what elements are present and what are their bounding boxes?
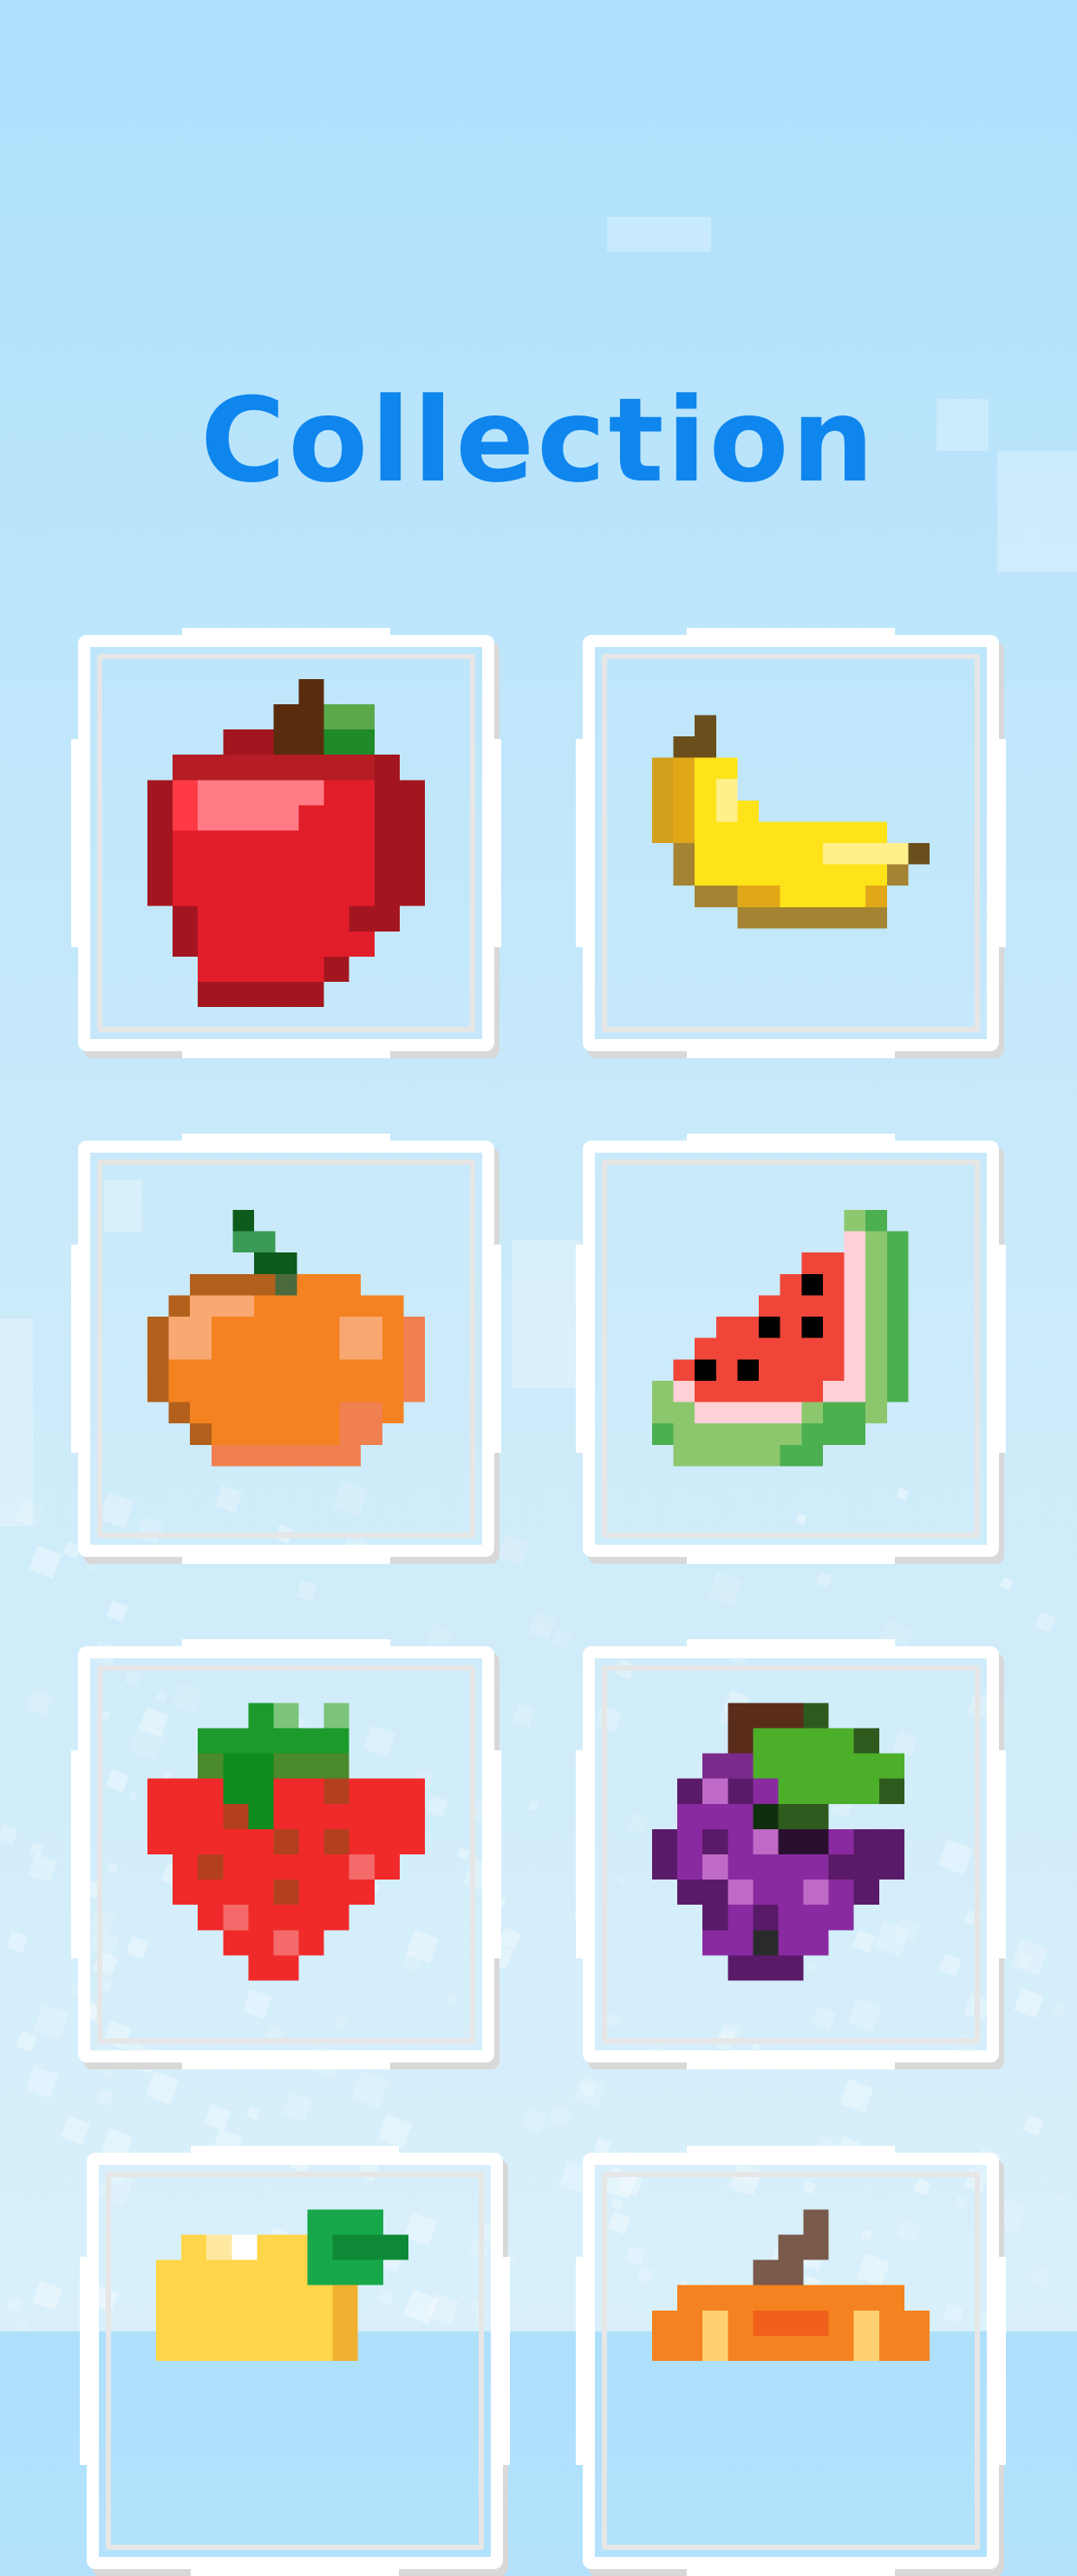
strawberry-icon	[147, 1690, 425, 2019]
apple-icon	[147, 678, 425, 1008]
collection-card-strawberry[interactable]	[71, 1639, 501, 2069]
pumpkin-icon	[652, 2196, 930, 2526]
orange-icon	[147, 1184, 425, 1514]
banana-icon	[652, 678, 930, 1008]
collection-card-orange[interactable]	[71, 1134, 501, 1564]
lemon-icon	[156, 2196, 434, 2526]
collection-card-banana[interactable]	[576, 628, 1006, 1058]
watermelon-icon	[652, 1184, 930, 1514]
collection-card-grapes[interactable]	[576, 1639, 1006, 2069]
collection-card-apple[interactable]	[71, 628, 501, 1058]
collection-grid	[0, 0, 1077, 2576]
collection-card-lemon[interactable]	[80, 2146, 510, 2576]
collection-card-watermelon[interactable]	[576, 1134, 1006, 1564]
collection-card-pumpkin[interactable]	[576, 2146, 1006, 2576]
grapes-icon	[652, 1690, 930, 2019]
